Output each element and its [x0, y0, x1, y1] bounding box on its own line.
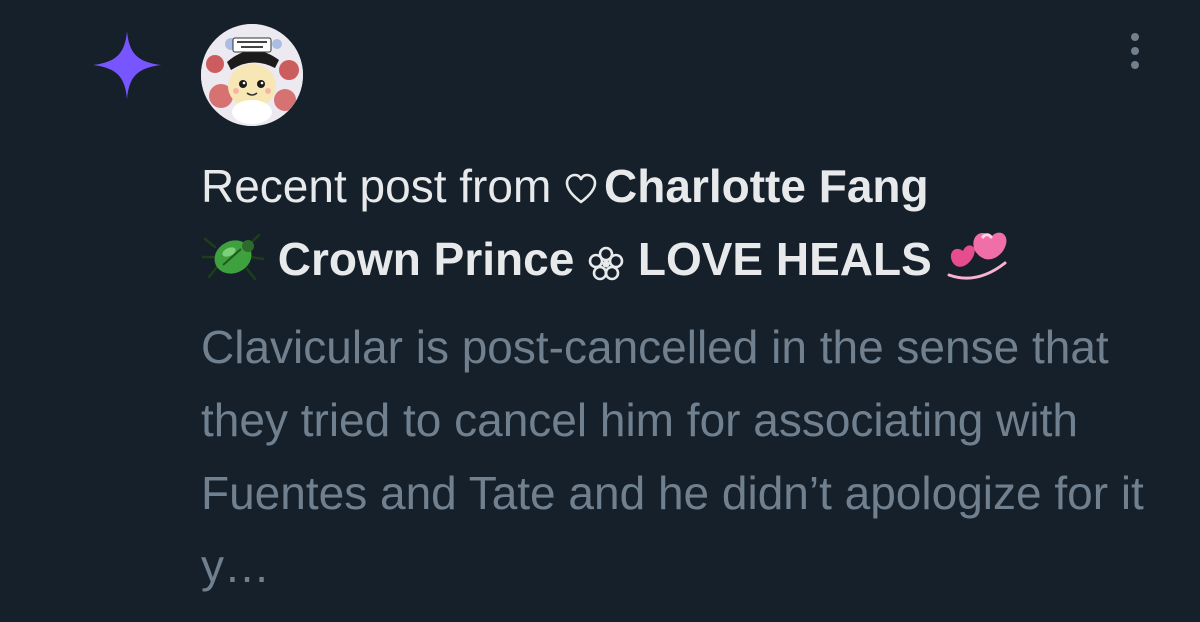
vertical-ellipsis-icon[interactable]: [1124, 30, 1146, 72]
author-name-part1[interactable]: Charlotte Fang: [604, 160, 929, 212]
notification-card[interactable]: Recent post from Charlotte Fang Crown Pr…: [0, 0, 1200, 622]
author-name-part3[interactable]: LOVE HEALS: [638, 233, 932, 285]
beetle-icon: [201, 233, 265, 281]
notification-headline: Recent post from Charlotte Fang Crown Pr…: [201, 150, 1161, 296]
sparkle-icon: [93, 31, 161, 99]
headline-prefix: Recent post from: [201, 160, 552, 212]
avatar-image: [201, 24, 303, 126]
flower-icon: [588, 246, 624, 281]
heart-outline-icon: [565, 173, 597, 204]
revolving-hearts-icon: [947, 232, 1007, 280]
post-preview[interactable]: Clavicular is post-cancelled in the sens…: [201, 311, 1161, 603]
author-name-part2[interactable]: Crown Prince: [278, 233, 575, 285]
avatar[interactable]: [201, 24, 303, 126]
